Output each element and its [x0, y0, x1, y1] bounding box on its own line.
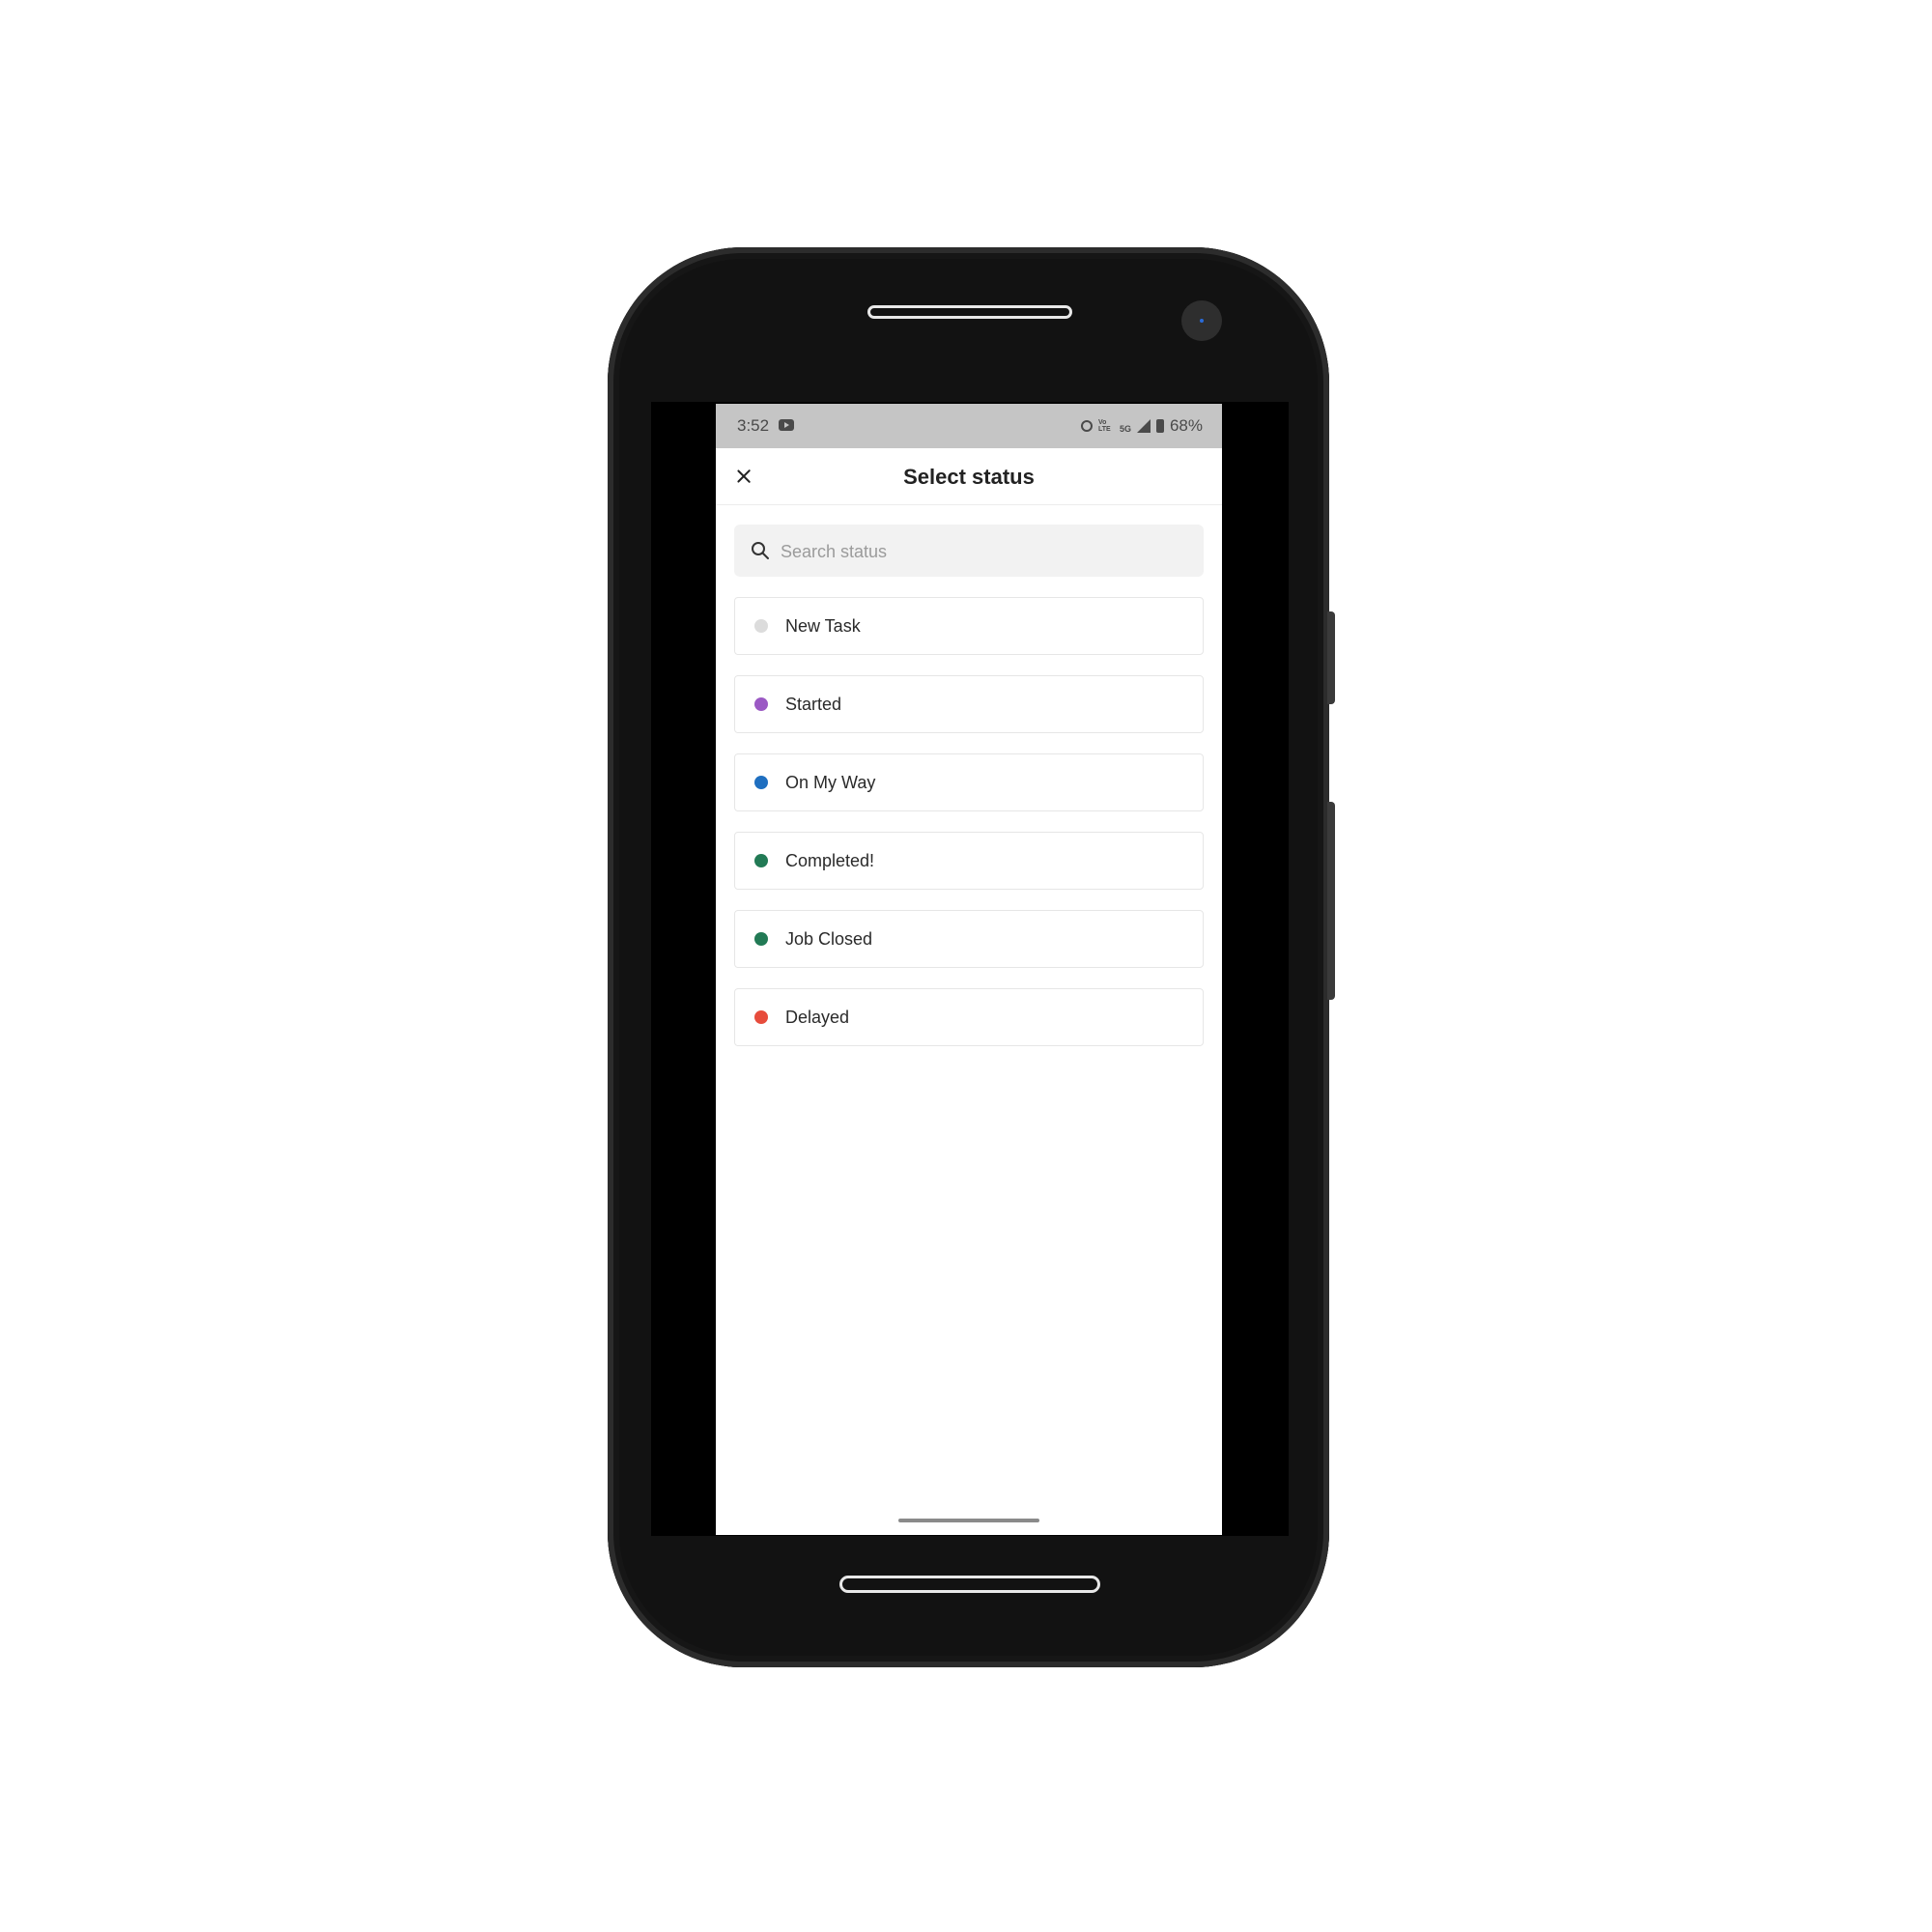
- home-indicator[interactable]: [898, 1519, 1039, 1522]
- battery-icon: [1155, 419, 1164, 433]
- status-option[interactable]: New Task: [734, 597, 1204, 655]
- status-color-dot: [754, 697, 768, 711]
- volte-icon: Vo LTE: [1097, 419, 1111, 433]
- status-option-label: Completed!: [785, 851, 875, 870]
- status-color-dot: [754, 1010, 768, 1024]
- status-option-label: Started: [785, 695, 842, 714]
- status-option-label: New Task: [785, 616, 861, 636]
- status-color-dot: [754, 619, 768, 633]
- system-status-bar: 3:52 Vo LTE 5G 68%: [716, 404, 1222, 448]
- alarm-icon: [1080, 420, 1093, 432]
- status-option-label: Job Closed: [785, 929, 873, 949]
- modal-header: Select status: [716, 448, 1222, 505]
- status-option[interactable]: Job Closed: [734, 910, 1204, 968]
- status-option-label: Delayed: [785, 1008, 850, 1027]
- status-option[interactable]: Delayed: [734, 988, 1204, 1046]
- volume-button: [1327, 611, 1335, 704]
- status-indicators: Vo LTE 5G 68%: [1080, 416, 1203, 436]
- status-list: New Task Started On My Way Completed! Job Cl…: [734, 597, 1204, 1066]
- search-field[interactable]: [734, 525, 1204, 577]
- earpiece-speaker: [867, 305, 1072, 319]
- signal-icon: [1136, 419, 1151, 433]
- network-type-label: 5G: [1119, 424, 1131, 434]
- search-input[interactable]: [779, 534, 1188, 569]
- modal-title: Select status: [903, 465, 1035, 489]
- battery-percent: 68%: [1169, 416, 1203, 435]
- status-time: 3:52: [737, 416, 770, 435]
- status-option[interactable]: On My Way: [734, 753, 1204, 811]
- front-camera-icon: [1181, 300, 1222, 341]
- youtube-notification-icon: [779, 419, 794, 431]
- search-icon: [752, 542, 769, 559]
- app-screen: 3:52 Vo LTE 5G 68% Select status New Tas…: [716, 404, 1222, 1535]
- status-color-dot: [754, 932, 768, 946]
- bottom-speaker: [839, 1576, 1100, 1593]
- status-color-dot: [754, 776, 768, 789]
- status-color-dot: [754, 854, 768, 867]
- status-option[interactable]: Completed!: [734, 832, 1204, 890]
- status-option[interactable]: Started: [734, 675, 1204, 733]
- status-option-label: On My Way: [785, 773, 876, 792]
- power-button: [1327, 802, 1335, 1000]
